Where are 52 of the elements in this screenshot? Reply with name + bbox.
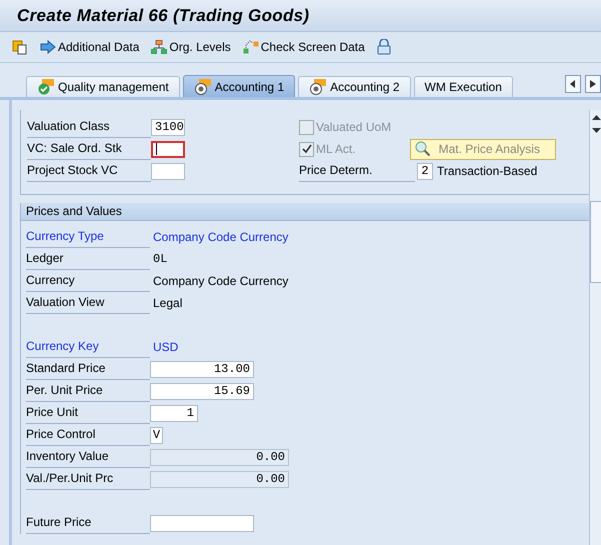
toolbar-button[interactable]: Additional Data: [38, 38, 142, 56]
input-field[interactable]: [151, 162, 185, 180]
input-field[interactable]: [151, 140, 185, 158]
tab[interactable]: Accounting 2: [298, 76, 411, 97]
value-text: Transaction-Based: [436, 164, 538, 178]
scroll-left-button[interactable]: [565, 75, 581, 93]
toolbar-button[interactable]: Org. Levels: [149, 38, 233, 56]
checkbox-label: Valuated UoM: [316, 120, 392, 134]
hierarchy-icon: [151, 40, 168, 54]
lock-button[interactable]: [374, 37, 393, 57]
check-status-icon: [37, 79, 55, 95]
value-text: USD: [152, 340, 178, 354]
input-field[interactable]: 15.69: [150, 382, 254, 400]
input-field[interactable]: 3100: [151, 118, 185, 136]
value-text: 0L: [152, 252, 168, 266]
right-arrow-icon: [590, 80, 596, 88]
arrow-icon: [40, 40, 56, 54]
magnifier-icon: [414, 141, 431, 157]
down-arrow-icon[interactable]: [592, 128, 601, 133]
tab[interactable]: WM Execution: [414, 76, 513, 97]
input-field[interactable]: [150, 514, 254, 532]
up-arrow-icon[interactable]: [592, 115, 601, 120]
readonly-field: 0.00: [150, 470, 289, 488]
tab[interactable]: Accounting 1: [182, 75, 296, 97]
value-text: Company Code Currency: [152, 274, 288, 288]
readonly-field: 0.00: [150, 448, 289, 466]
tab[interactable]: Quality management: [26, 76, 180, 97]
field-label: Valuation View: [26, 292, 150, 314]
lock-icon: [376, 39, 391, 55]
scrollbar-thumb[interactable]: [590, 201, 601, 283]
section-header: Prices and Values: [21, 203, 589, 221]
field-label: Ledger: [26, 248, 150, 270]
window-title: Create Material 66 (Trading Goods): [17, 6, 310, 26]
input-field[interactable]: 1: [150, 404, 198, 422]
value-text: Company Code Currency: [152, 230, 288, 244]
scroll-right-button[interactable]: [585, 75, 601, 93]
field-label: Price Determ.: [299, 160, 415, 182]
input-field[interactable]: 2: [417, 162, 433, 180]
input-field[interactable]: 13.00: [150, 360, 254, 378]
left-arrow-icon: [570, 80, 576, 88]
squares-icon: [242, 40, 259, 54]
input-field[interactable]: V: [150, 426, 163, 444]
scrollbar[interactable]: [589, 110, 601, 545]
status-icon: [194, 78, 212, 94]
field-label: Currency: [26, 270, 150, 292]
checkbox-label: ML Act.: [316, 142, 356, 156]
toolbar-button[interactable]: Check Screen Data: [240, 38, 367, 56]
value-text: Legal: [152, 296, 182, 310]
field-label: Currency Type: [26, 226, 150, 248]
status-icon: [309, 79, 328, 95]
copy-icon: [12, 39, 28, 55]
field-label: Currency Key: [26, 336, 150, 358]
